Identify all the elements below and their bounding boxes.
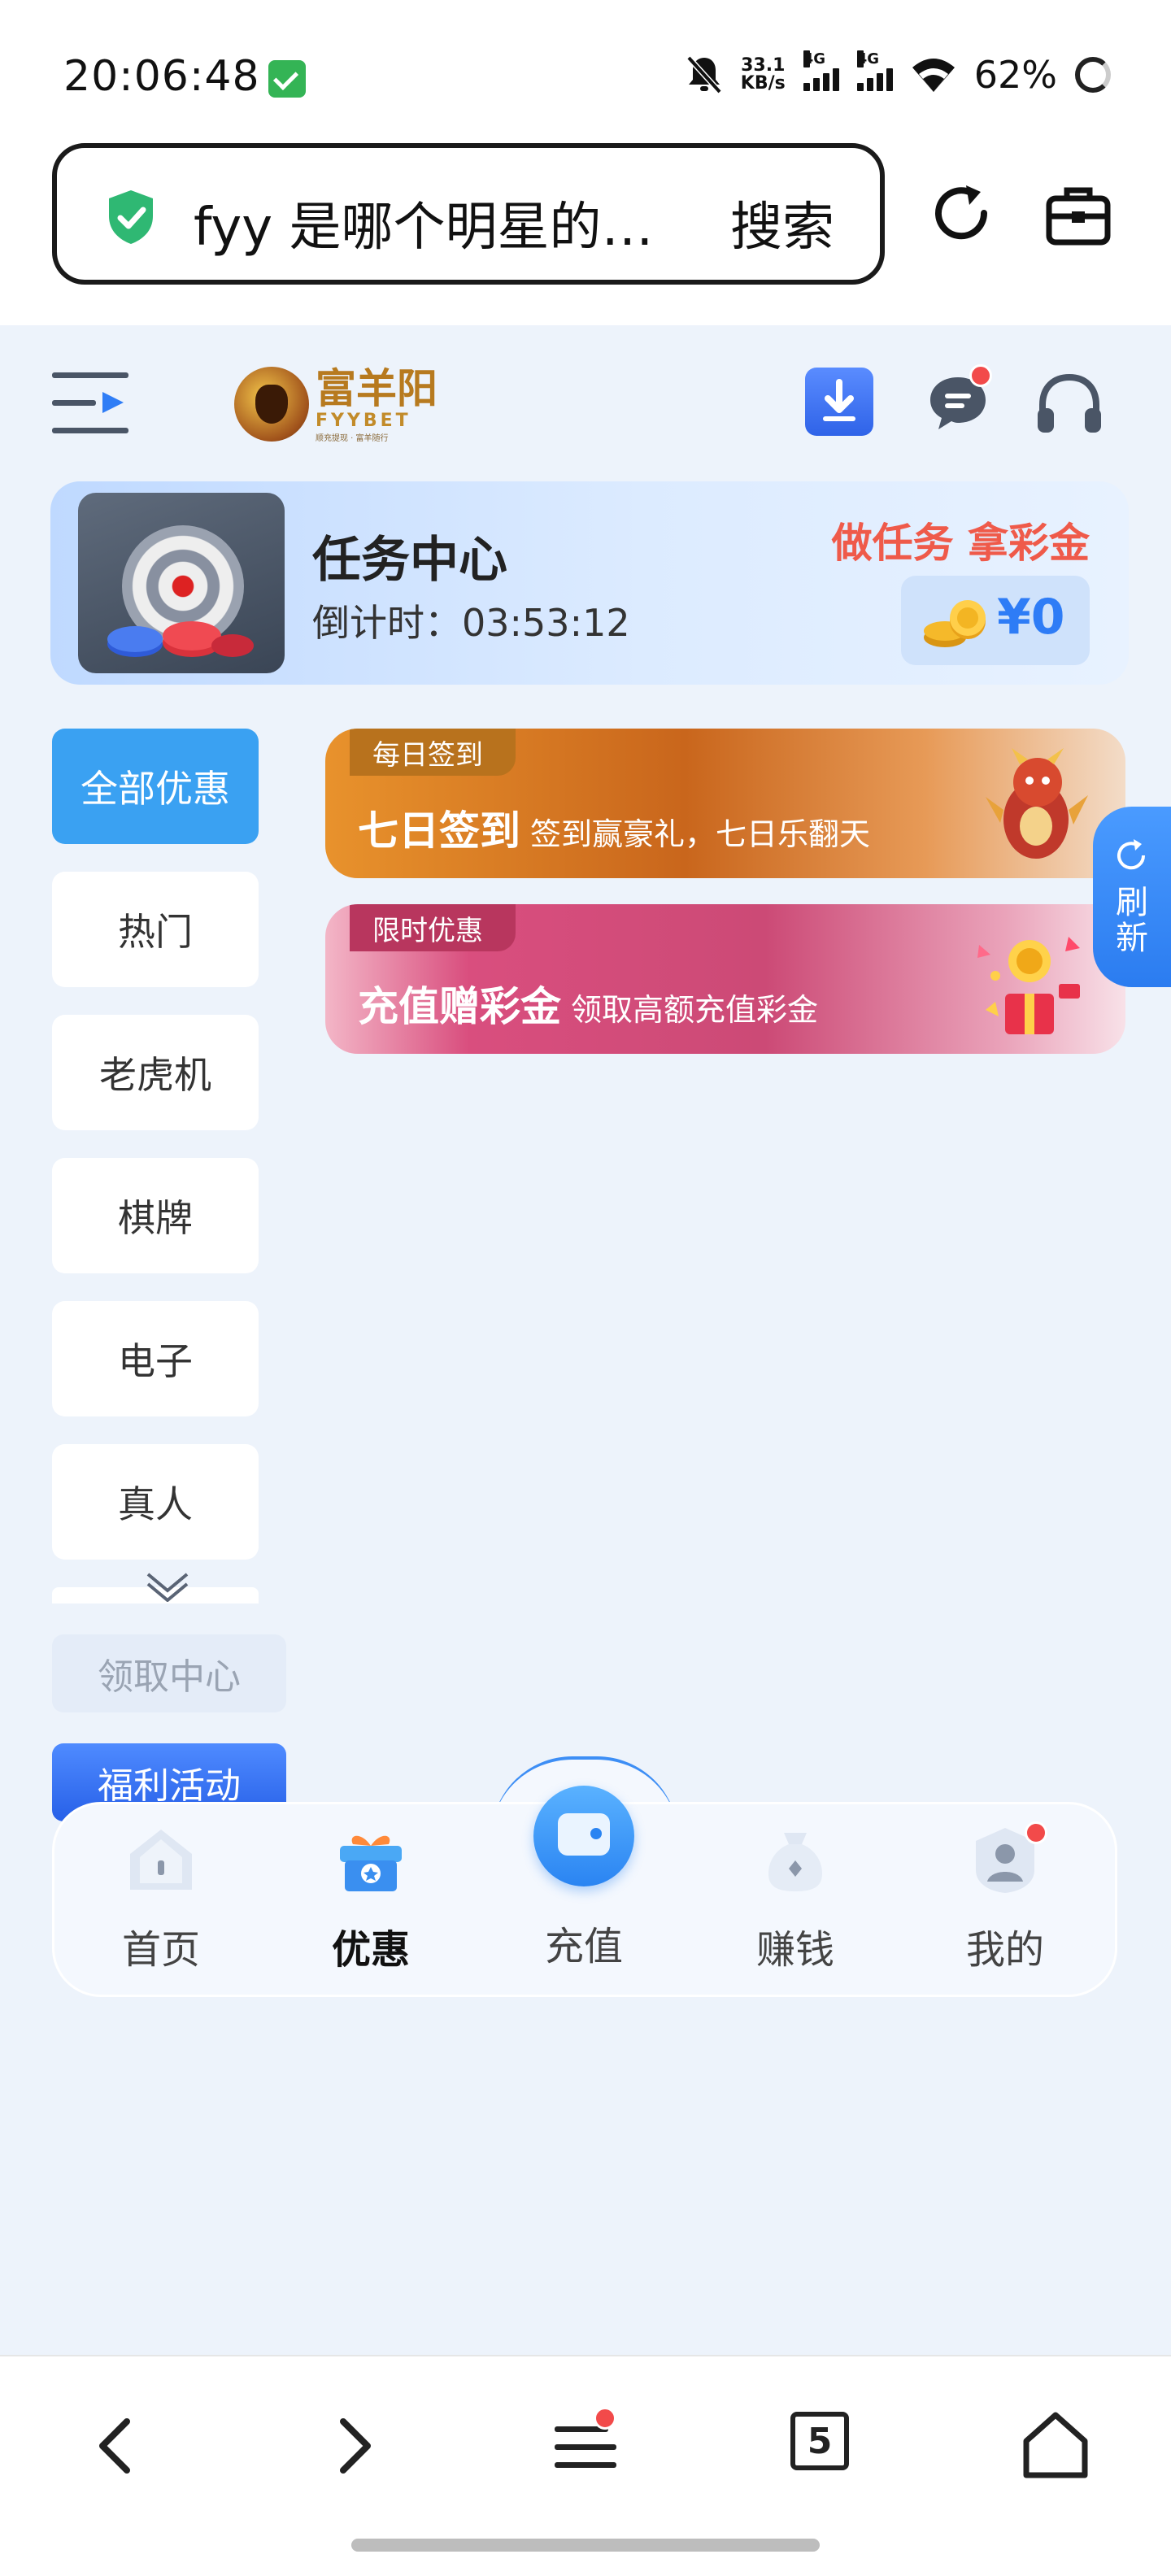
nav-mine[interactable]: 我的 bbox=[940, 1821, 1070, 1984]
task-slogan: 做任务 拿彩金 bbox=[831, 520, 1090, 567]
menu-badge bbox=[594, 2407, 616, 2430]
notification-check-icon bbox=[268, 60, 306, 98]
nav-promo[interactable]: 优惠 bbox=[306, 1821, 436, 1984]
countdown: 倒计时：03:53:12 bbox=[312, 601, 630, 645]
status-icons: 33.1 KB/s 4G 4G 62% bbox=[686, 49, 1111, 101]
category-chess[interactable]: 棋牌 bbox=[52, 1158, 259, 1273]
category-hot[interactable]: 热门 bbox=[52, 872, 259, 987]
dragon-icon bbox=[986, 748, 1088, 859]
app-content: 富羊阳 FYYBET 顺充提现 · 富羊随行 任务中心 倒计时：03:53:12… bbox=[0, 325, 1171, 2355]
menu-icon[interactable] bbox=[50, 368, 130, 437]
task-title: 任务中心 bbox=[312, 532, 507, 589]
signal-2-icon: 4G bbox=[856, 50, 893, 91]
profile-badge bbox=[1025, 1821, 1047, 1844]
brand-logo[interactable]: 富羊阳 FYYBET 顺充提现 · 富羊随行 bbox=[234, 359, 437, 449]
claim-center-button[interactable]: 领取中心 bbox=[52, 1634, 286, 1712]
gold-coins-icon bbox=[924, 600, 986, 647]
shield-check-icon bbox=[109, 190, 153, 244]
refresh-icon bbox=[1117, 839, 1146, 870]
status-time: 20:06:48 bbox=[63, 52, 260, 101]
search-query[interactable]: fyy 是哪个明星的… bbox=[194, 185, 665, 260]
signin-banner[interactable]: 每日签到 七日签到 签到赢豪礼，七日乐翻天 bbox=[325, 729, 1125, 878]
gift-icon bbox=[340, 1835, 402, 1891]
search-button[interactable]: 搜索 bbox=[730, 185, 834, 260]
battery-ring-icon bbox=[1075, 57, 1111, 93]
message-icon[interactable] bbox=[924, 364, 992, 437]
reload-icon[interactable] bbox=[927, 181, 995, 249]
casino-chips-icon bbox=[107, 621, 254, 657]
reward-amount: ¥0 bbox=[997, 589, 1065, 646]
nav-earn[interactable]: 赚钱 bbox=[730, 1821, 860, 1984]
home-icon bbox=[130, 1830, 192, 1890]
network-speed: 33.1 KB/s bbox=[740, 55, 786, 94]
reward-balance: ¥0 bbox=[901, 576, 1090, 665]
category-electronic[interactable]: 电子 bbox=[52, 1301, 259, 1416]
home-page-icon[interactable] bbox=[1015, 2405, 1096, 2487]
nav-recharge[interactable]: 充值 bbox=[519, 1821, 649, 1984]
status-bar: 20:06:48 33.1 KB/s 4G 4G 62% bbox=[0, 0, 1171, 143]
banner-tag: 每日签到 bbox=[350, 729, 516, 776]
category-all[interactable]: 全部优惠 bbox=[52, 729, 259, 844]
category-slots[interactable]: 老虎机 bbox=[52, 1015, 259, 1130]
message-badge bbox=[969, 364, 992, 387]
bell-muted-icon bbox=[686, 55, 722, 94]
refresh-tab[interactable]: 刷新 bbox=[1093, 807, 1171, 987]
toolbox-icon[interactable] bbox=[1044, 181, 1112, 249]
chevron-down-icon[interactable] bbox=[143, 1569, 192, 1602]
task-thumbnail bbox=[78, 493, 285, 673]
back-icon[interactable] bbox=[76, 2405, 158, 2487]
menu-lines-icon[interactable] bbox=[545, 2405, 626, 2487]
ram-emblem-icon bbox=[234, 367, 309, 442]
wifi-icon bbox=[912, 59, 955, 92]
headset-icon[interactable] bbox=[1033, 368, 1106, 441]
recharge-bonus-banner[interactable]: 限时优惠 充值赠彩金 领取高额充值彩金 bbox=[325, 904, 1125, 1054]
download-icon[interactable] bbox=[805, 368, 873, 436]
forward-icon[interactable] bbox=[312, 2405, 394, 2487]
battery-level: 62% bbox=[973, 53, 1057, 97]
banner-title: 七日签到 签到赢豪礼，七日乐翻天 bbox=[358, 807, 871, 855]
money-bag-icon bbox=[768, 1833, 822, 1891]
gift-burst-icon bbox=[977, 937, 1080, 1034]
banner-title: 充值赠彩金 领取高额充值彩金 bbox=[358, 983, 819, 1030]
address-bar[interactable]: fyy 是哪个明星的… 搜索 bbox=[52, 143, 885, 285]
tab-count: 5 bbox=[790, 2412, 849, 2470]
refresh-label: 刷新 bbox=[1116, 884, 1148, 957]
banner-tag: 限时优惠 bbox=[350, 904, 516, 951]
category-live[interactable]: 真人 bbox=[52, 1444, 259, 1560]
task-center-card[interactable]: 任务中心 倒计时：03:53:12 做任务 拿彩金 ¥0 bbox=[50, 481, 1129, 685]
gesture-bar[interactable] bbox=[351, 2539, 820, 2552]
tabs-button[interactable]: 5 bbox=[784, 2405, 865, 2487]
nav-home[interactable]: 首页 bbox=[96, 1821, 226, 1984]
signal-1-icon: 4G bbox=[803, 50, 839, 91]
